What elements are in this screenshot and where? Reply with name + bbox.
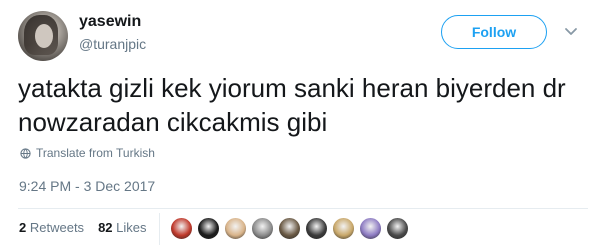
user-handle[interactable]: @turanjpic <box>79 36 146 52</box>
liker-avatar[interactable] <box>359 217 382 240</box>
tweet-stats: 2 Retweets 82 Likes <box>19 220 147 235</box>
liker-avatar[interactable] <box>170 217 193 240</box>
liker-avatar[interactable] <box>197 217 220 240</box>
retweets-label: Retweets <box>29 220 85 235</box>
tweet-text: yatakta gizli kek yiorum sanki heran biy… <box>18 73 566 137</box>
likers-avatars <box>170 217 409 240</box>
stats-divider <box>159 213 160 245</box>
follow-button[interactable]: Follow <box>441 15 547 49</box>
likes-count: 82 <box>98 220 113 235</box>
globe-icon <box>20 147 31 159</box>
likes-stat[interactable]: 82 Likes <box>98 220 146 235</box>
liker-avatar[interactable] <box>386 217 409 240</box>
retweets-stat[interactable]: 2 Retweets <box>19 220 84 235</box>
divider <box>18 208 588 209</box>
avatar[interactable] <box>18 11 68 61</box>
liker-avatar[interactable] <box>278 217 301 240</box>
liker-avatar[interactable] <box>305 217 328 240</box>
likes-label: Likes <box>116 220 147 235</box>
liker-avatar[interactable] <box>224 217 247 240</box>
translate-label: Translate from Turkish <box>36 146 155 160</box>
liker-avatar[interactable] <box>251 217 274 240</box>
liker-avatar[interactable] <box>332 217 355 240</box>
retweets-count: 2 <box>19 220 27 235</box>
chevron-down-icon[interactable] <box>563 23 579 39</box>
tweet-timestamp[interactable]: 9:24 PM - 3 Dec 2017 <box>19 178 155 194</box>
display-name[interactable]: yasewin <box>79 13 141 31</box>
avatar-face <box>35 24 53 48</box>
translate-link[interactable]: Translate from Turkish <box>20 146 155 160</box>
